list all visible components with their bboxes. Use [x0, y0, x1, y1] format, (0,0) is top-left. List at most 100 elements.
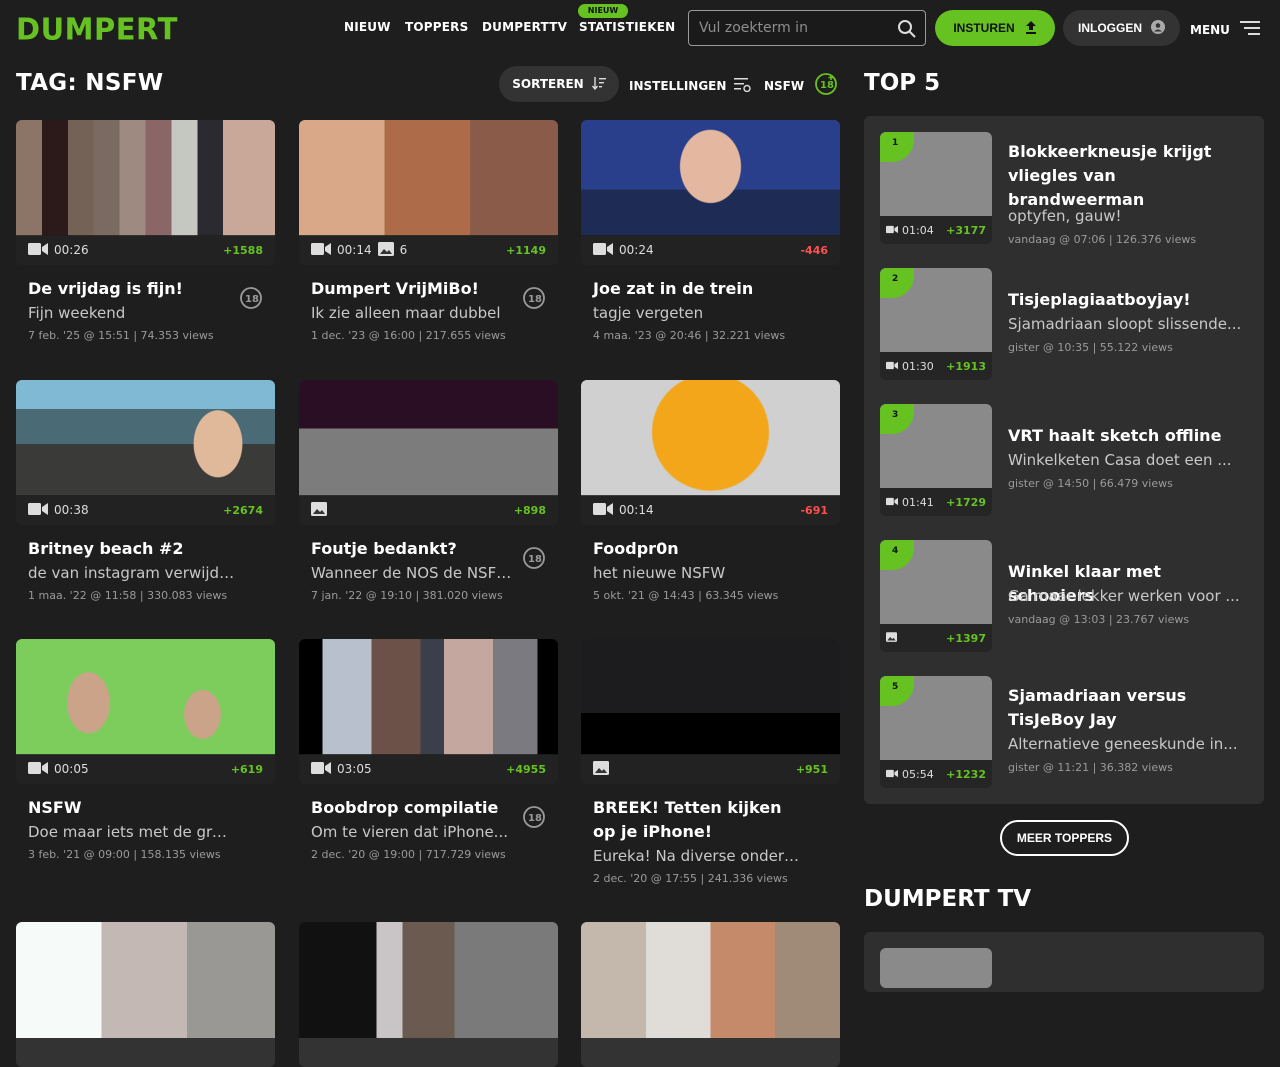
top-item[interactable]: 3 01:41 +1729 VRT haalt sketch offline W…: [880, 404, 1248, 516]
top-item[interactable]: 2 01:30 +1913 Tisjeplagiaatboyjay! Sjama…: [880, 268, 1248, 380]
dumpert-tv-title: DUMPERT TV: [864, 886, 1032, 912]
media-card[interactable]: 00:14 -691 Foodpr0n het nieuwe NSFW 5 ok…: [581, 380, 840, 602]
card-thumbnail[interactable]: 00:38 +2674: [16, 380, 275, 525]
card-title[interactable]: Boobdrop compilatie: [299, 796, 558, 820]
login-button[interactable]: INLOGGEN: [1063, 10, 1180, 46]
card-thumbnail[interactable]: 00:24 -446: [581, 120, 840, 265]
top-item[interactable]: 1 01:04 +3177 Blokkeerkneusje krijgt vli…: [880, 132, 1248, 246]
top-item[interactable]: 5 05:54 +1232 Sjamadriaan versus TisJeBo…: [880, 676, 1248, 788]
top-description: Winkelketen Casa doet een ...: [1008, 451, 1232, 469]
beach-thumbnail: [16, 380, 275, 496]
photo-icon: [886, 631, 897, 645]
media-card[interactable]: [16, 922, 275, 1067]
card-title[interactable]: BREEK! Tetten kijken op je iPhone!: [581, 796, 840, 844]
top-info-bar: +1397: [880, 624, 992, 652]
kudos-score: -691: [800, 503, 828, 517]
card-title[interactable]: NSFW: [16, 796, 275, 820]
card-thumbnail[interactable]: 03:05 +4955: [299, 639, 558, 784]
card-meta: 4 maa. '23 @ 20:46 | 32.221 views: [593, 329, 786, 342]
top-title[interactable]: Blokkeerkneusje krijgt vliegles van bran…: [1008, 140, 1248, 212]
card-title[interactable]: Foodpr0n: [581, 537, 840, 561]
card-thumbnail[interactable]: +951: [581, 639, 840, 784]
top-bar: DUMPERT NIEUW TOPPERS DUMPERTTV STATISTI…: [0, 0, 1280, 58]
phone-settings-thumbnail: [581, 639, 840, 755]
svg-text:18: 18: [820, 80, 834, 91]
media-card[interactable]: 00:26 +1588 De vrijdag is fijn! Fijn wee…: [16, 120, 275, 342]
nav-dumperttv[interactable]: DUMPERTTV: [482, 20, 567, 34]
eighteen-plus-icon: 18: [239, 286, 263, 314]
nsfw-label: NSFW: [764, 78, 805, 93]
video-icon: [28, 761, 48, 778]
top-thumbnail[interactable]: 3 01:41 +1729: [880, 404, 992, 516]
media-card[interactable]: [581, 922, 840, 1067]
card-thumbnail[interactable]: [16, 922, 275, 1067]
top-thumbnail[interactable]: 2 01:30 +1913: [880, 268, 992, 380]
duration: 01:30: [902, 359, 934, 373]
kudos-score: +3177: [946, 223, 986, 237]
media-card[interactable]: 03:05 +4955 Boobdrop compilatie Om te vi…: [299, 639, 558, 861]
card-thumbnail[interactable]: 00:26 +1588: [16, 120, 275, 265]
top-thumbnail[interactable]: 1 01:04 +3177: [880, 132, 992, 244]
media-card[interactable]: 00:38 +2674 Britney beach #2 de van inst…: [16, 380, 275, 602]
video-icon: [311, 761, 331, 778]
top-title[interactable]: VRT haalt sketch offline: [1008, 424, 1248, 448]
kudos-score: +898: [513, 503, 546, 517]
card-title[interactable]: Britney beach #2: [16, 537, 275, 561]
media-card[interactable]: 00:24 -446 Joe zat in de trein tagje ver…: [581, 120, 840, 342]
thumbnail-placeholder[interactable]: [880, 948, 992, 988]
nav-nieuw[interactable]: NIEUW: [344, 20, 391, 34]
search-input[interactable]: [689, 11, 889, 45]
sort-button[interactable]: SORTEREN: [499, 66, 619, 102]
card-title[interactable]: Dumpert VrijMiBo!: [299, 277, 558, 301]
top-title[interactable]: Tisjeplagiaatboyjay!: [1008, 288, 1248, 312]
video-icon: [593, 242, 613, 259]
card-title[interactable]: Foutje bedankt?: [299, 537, 558, 561]
card-thumbnail[interactable]: 00:14 -691: [581, 380, 840, 525]
top-description: Ga maar lekker werken voor ...: [1008, 587, 1240, 605]
top-description: Sjamadriaan sloopt slissende...: [1008, 315, 1242, 333]
top-meta: gister @ 14:50 | 66.479 views: [1008, 477, 1173, 490]
top-thumbnail[interactable]: 4 +1397: [880, 540, 992, 652]
card-title[interactable]: Joe zat in de trein: [581, 277, 840, 301]
settings-label: INSTELLINGEN: [629, 78, 727, 93]
search-icon[interactable]: [897, 19, 917, 43]
top-thumbnail[interactable]: 5 05:54 +1232: [880, 676, 992, 788]
card-meta: 2 dec. '20 @ 19:00 | 717.729 views: [311, 848, 506, 861]
card-thumbnail[interactable]: 00:14 6 +1149: [299, 120, 558, 265]
settings-button[interactable]: INSTELLINGEN: [629, 76, 752, 95]
top-info-bar: 01:04 +3177: [880, 216, 992, 244]
svg-text:18: 18: [528, 294, 542, 305]
media-card[interactable]: 00:14 6 +1149 Dumpert VrijMiBo! Ik zie a…: [299, 120, 558, 342]
card-description: het nieuwe NSFW: [593, 564, 726, 582]
duration: 00:14: [337, 243, 372, 257]
media-card[interactable]: [299, 922, 558, 1067]
duration: 00:26: [54, 243, 89, 257]
more-toppers-button[interactable]: MEER TOPPERS: [1000, 820, 1129, 856]
card-title[interactable]: De vrijdag is fijn!: [16, 277, 275, 301]
card-thumbnail[interactable]: [299, 922, 558, 1067]
media-card[interactable]: +951 BREEK! Tetten kijken op je iPhone! …: [581, 639, 840, 885]
card-description: tagje vergeten: [593, 304, 704, 322]
nav-statistieken[interactable]: STATISTIEKEN: [579, 20, 675, 34]
video-icon: [593, 502, 613, 519]
upload-arrow-icon: [1025, 20, 1037, 37]
video-icon: [311, 242, 331, 259]
top-title[interactable]: Sjamadriaan versus TisJeBoy Jay: [1008, 684, 1248, 732]
login-label: INLOGGEN: [1077, 21, 1142, 35]
duration: 01:04: [902, 223, 934, 237]
dumpert-logo[interactable]: DUMPERT: [16, 11, 178, 47]
nsfw-toggle[interactable]: NSFW 18: [764, 72, 838, 99]
media-card[interactable]: +898 Foutje bedankt? Wanneer de NOS de N…: [299, 380, 558, 602]
top-item[interactable]: 4 +1397 Winkel klaar met schooiers Ga ma…: [880, 540, 1248, 652]
duration: 00:14: [619, 503, 654, 517]
nav-toppers[interactable]: TOPPERS: [405, 20, 468, 34]
upload-button[interactable]: INSTUREN: [935, 10, 1055, 46]
card-thumbnail[interactable]: [581, 922, 840, 1067]
card-thumbnail[interactable]: 00:05 +619: [16, 639, 275, 784]
card-meta: 7 jan. '22 @ 19:10 | 381.020 views: [311, 589, 503, 602]
card-description: Om te vieren dat iPhone...: [311, 823, 508, 841]
video-icon: [886, 496, 898, 509]
card-thumbnail[interactable]: +898: [299, 380, 558, 525]
media-card[interactable]: 00:05 +619 NSFW Doe maar iets met de gre…: [16, 639, 275, 861]
menu-button[interactable]: MENU: [1190, 20, 1260, 39]
